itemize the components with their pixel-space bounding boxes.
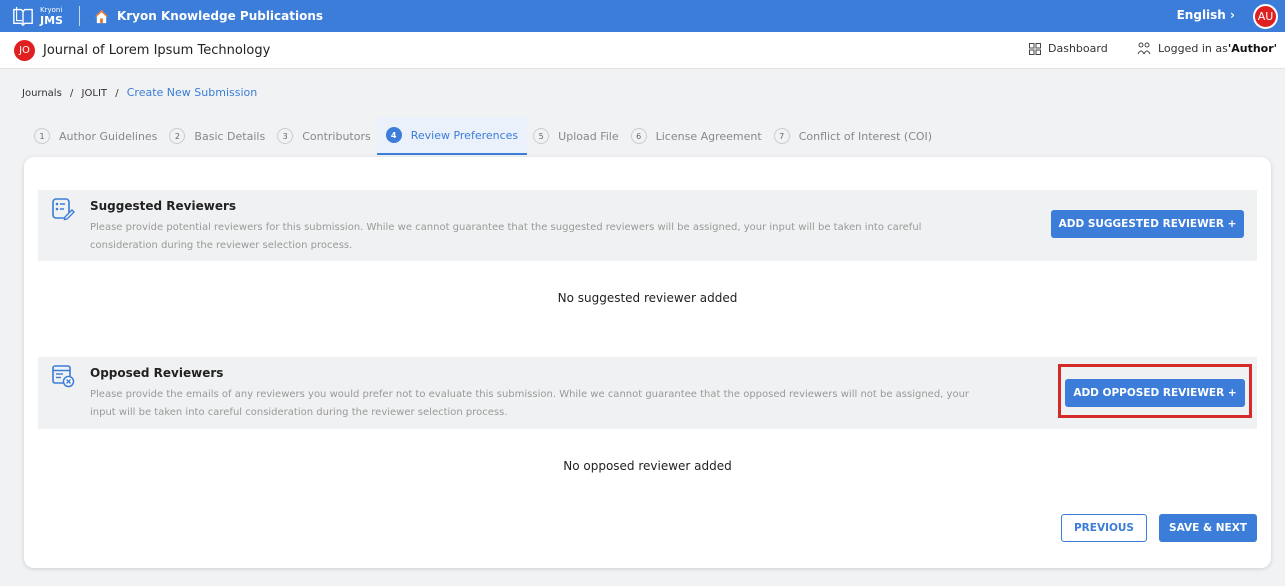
dashboard-label: Dashboard: [1048, 42, 1108, 55]
journal-avatar: JO: [14, 39, 35, 61]
step-number: 5: [533, 128, 550, 144]
step-label: Upload File: [558, 129, 619, 143]
logo-big-text: JMS: [40, 13, 63, 27]
breadcrumb-journals[interactable]: Journals: [22, 88, 62, 99]
language-label: English: [1176, 8, 1226, 22]
user-avatar[interactable]: AU: [1253, 4, 1278, 29]
users-icon: [1137, 42, 1151, 55]
breadcrumb: Journals / JOLIT / Create New Submission: [22, 86, 257, 99]
no-opposed-reviewer-message: No opposed reviewer added: [563, 459, 732, 473]
breadcrumb-separator: /: [115, 88, 119, 99]
step-number: 4: [385, 127, 402, 143]
chevron-right-icon: ›: [1230, 8, 1235, 22]
review-preferences-card: Suggested Reviewers Please provide poten…: [24, 157, 1271, 568]
suggested-reviewers-section: Suggested Reviewers Please provide poten…: [38, 190, 1257, 261]
add-opposed-reviewer-button[interactable]: ADD OPPOSED REVIEWER +: [1065, 379, 1245, 407]
step-upload-file[interactable]: 5 Upload File: [527, 117, 624, 155]
opposed-reviewers-description: Please provide the emails of any reviewe…: [90, 389, 970, 418]
home-icon: [94, 9, 109, 23]
no-suggested-reviewer-message: No suggested reviewer added: [557, 291, 738, 305]
step-license-agreement[interactable]: 6 License Agreement: [625, 117, 768, 155]
step-label: Conflict of Interest (COI): [798, 129, 933, 143]
add-suggested-reviewer-button[interactable]: ADD SUGGESTED REVIEWER +: [1051, 210, 1244, 238]
submission-steps: 1 Author Guidelines 2 Basic Details 3 Co…: [28, 117, 938, 157]
step-number: 3: [277, 128, 294, 144]
app-logo[interactable]: Kryoni JMS: [12, 5, 63, 27]
breadcrumb-separator: /: [69, 88, 74, 99]
step-label: Review Preferences: [410, 128, 519, 142]
breadcrumb-current: Create New Submission: [126, 86, 258, 99]
step-label: Author Guidelines: [59, 129, 158, 143]
step-basic-details[interactable]: 2 Basic Details: [163, 117, 271, 155]
step-number: 1: [34, 128, 50, 144]
dashboard-link[interactable]: Dashboard: [1029, 42, 1108, 55]
topbar-divider: [78, 6, 80, 26]
publisher-name: Kryon Knowledge Publications: [116, 9, 324, 23]
save-and-next-button[interactable]: SAVE & NEXT: [1159, 514, 1257, 542]
user-role: 'Author': [1227, 42, 1278, 55]
step-label: Contributors: [302, 129, 371, 143]
journal-bar: JO Journal of Lorem Ipsum Technology Das…: [0, 32, 1285, 69]
step-author-guidelines[interactable]: 1 Author Guidelines: [28, 117, 163, 155]
reviewer-list-edit-icon: [52, 198, 75, 221]
logged-in-user: Logged in as 'Author': [1137, 42, 1277, 55]
breadcrumb-jolit[interactable]: JOLIT: [82, 88, 107, 99]
journal-title: Journal of Lorem Ipsum Technology: [43, 42, 271, 58]
logo-small-text: Kryoni: [40, 5, 63, 14]
step-review-preferences[interactable]: 4 Review Preferences: [376, 117, 528, 155]
step-label: Basic Details: [194, 129, 266, 143]
opposed-reviewers-title: Opposed Reviewers: [90, 366, 224, 380]
reviewer-list-remove-icon: [52, 365, 75, 388]
step-number: 2: [169, 128, 186, 144]
suggested-reviewers-description: Please provide potential reviewers for t…: [90, 222, 922, 251]
language-selector[interactable]: English ›: [1177, 8, 1235, 22]
step-number: 7: [773, 128, 790, 144]
book-icon: [13, 6, 33, 27]
suggested-reviewers-title: Suggested Reviewers: [90, 199, 237, 213]
step-label: License Agreement: [655, 129, 762, 143]
step-number: 6: [630, 128, 647, 144]
publisher-link[interactable]: Kryon Knowledge Publications: [94, 9, 323, 24]
logged-in-prefix: Logged in as: [1158, 42, 1228, 55]
top-bar: Kryoni JMS Kryon Knowledge Publications …: [0, 0, 1285, 32]
opposed-reviewers-section: Opposed Reviewers Please provide the ema…: [38, 357, 1257, 429]
previous-button[interactable]: PREVIOUS: [1061, 514, 1147, 542]
step-contributors[interactable]: 3 Contributors: [271, 117, 377, 155]
step-conflict-of-interest[interactable]: 7 Conflict of Interest (COI): [768, 117, 938, 155]
grid-icon: [1029, 42, 1041, 55]
